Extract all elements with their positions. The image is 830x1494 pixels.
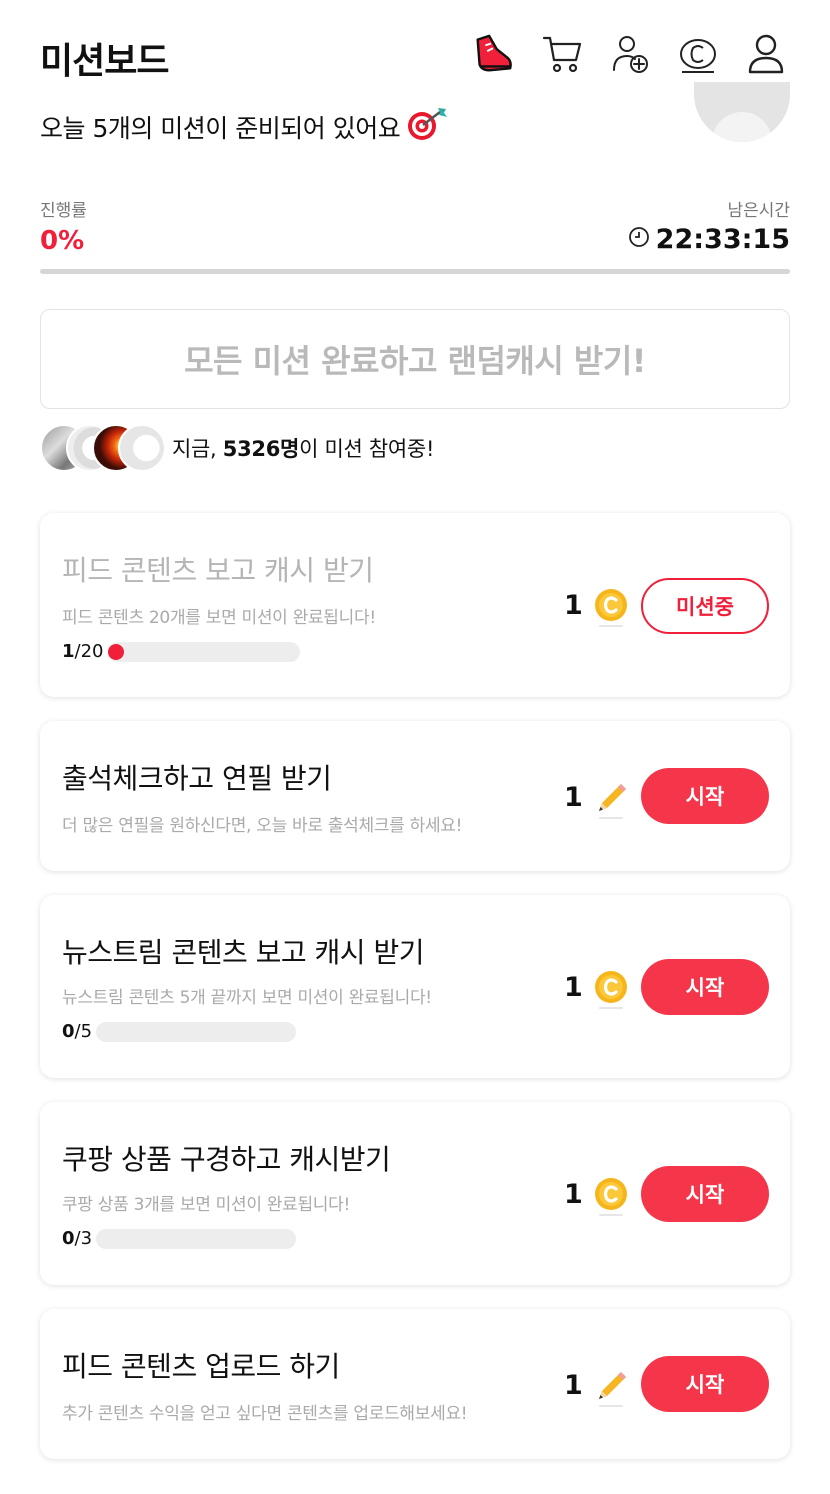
overall-progress-bar — [40, 269, 790, 274]
mission-start-button[interactable]: 시작 — [641, 959, 769, 1015]
mission-card[interactable]: 피드 콘텐츠 업로드 하기 추가 콘텐츠 수익을 얻고 싶다면 콘텐츠를 업로드… — [40, 1309, 790, 1459]
participants-prefix: 지금, — [172, 437, 223, 461]
mission-description: 뉴스트림 콘텐츠 5개 끝까지 보면 미션이 완료됩니다! — [62, 988, 432, 1008]
page-title: 미션보드 — [40, 41, 169, 82]
mission-reward: 1 — [564, 967, 629, 1009]
mission-progress-done: 0 — [62, 1228, 75, 1249]
cash-coin-icon — [593, 967, 629, 1009]
cash-coin-icon — [593, 585, 629, 627]
participants-suffix: 이 미션 참여중! — [299, 437, 435, 461]
mission-card[interactable]: 피드 콘텐츠 보고 캐시 받기 피드 콘텐츠 20개를 보면 미션이 완료됩니다… — [40, 513, 790, 697]
mission-progress: 0/5 — [62, 1021, 297, 1042]
remaining-time-value: 22:33:15 — [655, 224, 790, 255]
mission-card[interactable]: 쿠팡 상품 구경하고 캐시받기 쿠팡 상품 3개를 보면 미션이 완료됩니다! … — [40, 1102, 790, 1285]
mission-card[interactable]: 출석체크하고 연필 받기 더 많은 연필을 원하신다면, 오늘 바로 출석체크를… — [40, 721, 790, 871]
mission-start-button[interactable]: 시작 — [641, 1166, 769, 1222]
cart-icon[interactable] — [540, 32, 584, 76]
reward-amount: 1 — [564, 1369, 583, 1401]
progress-label: 진행률 — [40, 201, 87, 221]
pencil-icon — [593, 1365, 629, 1407]
remaining-time: 22:33:15 — [628, 224, 790, 255]
coin-c-icon[interactable] — [676, 32, 720, 76]
mission-progress-total: /5 — [74, 1021, 93, 1042]
mission-title: 뉴스트림 콘텐츠 보고 캐시 받기 — [62, 936, 424, 969]
mission-reward: 1 — [564, 1174, 629, 1216]
mission-in-progress-button[interactable]: 미션중 — [641, 578, 769, 634]
participants-row: 지금, 5326명이 미션 참여중! — [40, 424, 434, 472]
subtitle-text: 오늘 5개의 미션이 준비되어 있어요 — [40, 114, 401, 143]
mission-description: 추가 콘텐츠 수익을 얻고 싶다면 콘텐츠를 업로드해보세요! — [62, 1404, 468, 1424]
mission-title: 쿠팡 상품 구경하고 캐시받기 — [62, 1143, 391, 1176]
mission-description: 더 많은 연필을 원하신다면, 오늘 바로 출석체크를 하세요! — [62, 816, 463, 836]
progress-value: 0% — [40, 226, 85, 256]
participants-count: 5326명 — [222, 437, 300, 461]
mission-title: 피드 콘텐츠 보고 캐시 받기 — [62, 554, 374, 587]
clock-icon — [628, 224, 650, 255]
shoe-icon[interactable] — [470, 32, 514, 76]
mission-card[interactable]: 뉴스트림 콘텐츠 보고 캐시 받기 뉴스트림 콘텐츠 5개 끝까지 보면 미션이… — [40, 895, 790, 1078]
mission-start-button[interactable]: 시작 — [641, 1356, 769, 1412]
target-icon — [406, 106, 448, 148]
mission-progress-bar — [96, 1228, 297, 1249]
random-cash-banner[interactable]: 모든 미션 완료하고 랜덤캐시 받기! — [40, 309, 790, 409]
mission-reward: 1 — [564, 1365, 629, 1407]
mission-description: 쿠팡 상품 3개를 보면 미션이 완료됩니다! — [62, 1195, 350, 1215]
mission-title: 출석체크하고 연필 받기 — [62, 762, 332, 795]
remaining-time-label: 남은시간 — [727, 201, 790, 221]
mission-title: 피드 콘텐츠 업로드 하기 — [62, 1350, 340, 1383]
mission-progress-fill — [107, 643, 124, 660]
mission-reward: 1 — [564, 777, 629, 819]
participants-text: 지금, 5326명이 미션 참여중! — [172, 433, 434, 463]
mission-progress-done: 1 — [62, 641, 75, 662]
user-icon[interactable] — [744, 32, 788, 76]
reward-amount: 1 — [564, 971, 583, 1003]
mission-count-subtitle: 오늘 5개의 미션이 준비되어 있어요 — [40, 106, 448, 148]
pencil-icon — [593, 777, 629, 819]
add-friend-icon[interactable] — [608, 32, 652, 76]
reward-amount: 1 — [564, 781, 583, 813]
participant-avatar — [118, 424, 166, 472]
mission-description: 피드 콘텐츠 20개를 보면 미션이 완료됩니다! — [62, 608, 376, 628]
mission-reward: 1 — [564, 585, 629, 627]
mission-progress-total: /3 — [74, 1228, 93, 1249]
mission-start-button[interactable]: 시작 — [641, 768, 769, 824]
mission-progress-done: 0 — [62, 1021, 75, 1042]
cash-coin-icon — [593, 1174, 629, 1216]
reward-amount: 1 — [564, 589, 583, 621]
mission-progress: 1/20 — [62, 641, 300, 662]
mission-progress: 0/3 — [62, 1228, 297, 1249]
profile-avatar[interactable] — [694, 82, 790, 142]
mission-progress-bar — [107, 641, 300, 662]
mission-progress-bar — [96, 1021, 297, 1042]
reward-amount: 1 — [564, 1178, 583, 1210]
mission-progress-total: /20 — [74, 641, 104, 662]
